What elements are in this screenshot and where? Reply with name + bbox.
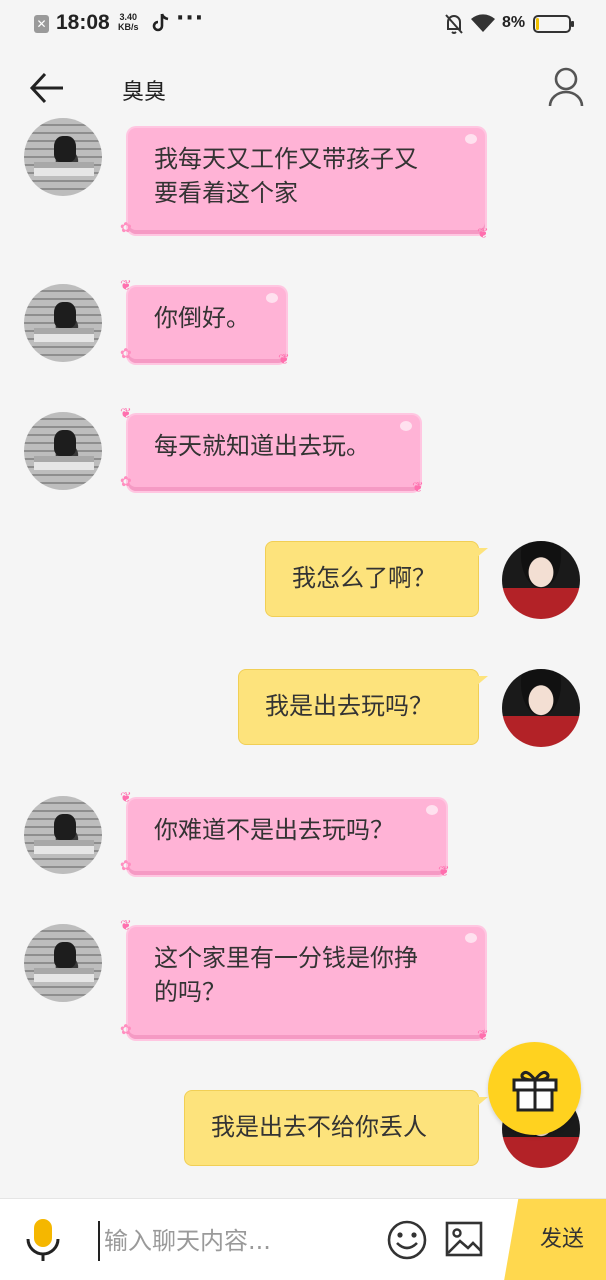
avatar[interactable] (24, 284, 102, 362)
bow-decoration-icon: ❦ (120, 790, 132, 806)
message-text-line: 这个家里有一分钱是你挣 (154, 944, 418, 972)
avatar[interactable] (24, 118, 102, 196)
bow-decoration-icon: ❦ (120, 406, 132, 422)
bow-decoration-icon: ❦ (477, 1028, 489, 1044)
gift-button[interactable] (488, 1042, 581, 1135)
message-bubble[interactable]: 我每天又工作又带孩子又 要看着这个家 (128, 128, 485, 234)
chat-title: 臭臭 (122, 80, 167, 105)
bow-decoration-icon: ❦ (120, 918, 132, 934)
message-text-line: 我怎么了啊？ (292, 564, 436, 592)
bow-decoration-icon: ❦ (438, 864, 450, 880)
message-text-line: 的吗？ (154, 978, 226, 1006)
microphone-icon[interactable] (24, 1217, 62, 1263)
status-time: 18:08 (56, 11, 110, 34)
avatar[interactable] (502, 669, 580, 747)
message-text-line: 每天就知道出去玩。 (154, 432, 370, 460)
network-speed: 3.40 KB/s (118, 12, 139, 32)
person-icon[interactable] (546, 66, 586, 108)
avatar[interactable] (24, 924, 102, 1002)
message-bubble[interactable]: 你难道不是出去玩吗？ (128, 799, 446, 875)
message-bubble[interactable]: 我是出去玩吗？ (238, 669, 488, 745)
message-text-line: 我是出去玩吗？ (265, 692, 433, 720)
message-bubble[interactable]: 我是出去不给你丢人 (184, 1090, 488, 1166)
flower-decoration-icon: ✿ (120, 858, 132, 874)
avatar[interactable] (502, 541, 580, 619)
bow-decoration-icon: ❦ (278, 352, 290, 368)
wifi-icon (471, 14, 495, 32)
bell-muted-icon (445, 14, 463, 34)
chat-header: 臭臭 (0, 48, 606, 128)
flower-decoration-icon: ✿ (120, 474, 132, 490)
flower-decoration-icon: ✿ (120, 346, 132, 362)
network-speed-value: 3.40 (119, 12, 138, 22)
message-text-line: 要看着这个家 (154, 179, 298, 207)
message-text-line: 我每天又工作又带孩子又 (154, 145, 418, 173)
input-bar: 发送 (0, 1198, 606, 1280)
battery-level-fill (536, 18, 539, 30)
battery-percent: 8% (502, 14, 526, 31)
arrow-left-icon[interactable] (28, 70, 66, 106)
bow-decoration-icon: ❦ (477, 226, 489, 242)
more-dots-icon: ··· (176, 6, 205, 31)
chat-text-input[interactable] (98, 1221, 368, 1261)
gift-icon (512, 1070, 558, 1112)
avatar[interactable] (24, 796, 102, 874)
message-text-line: 我是出去不给你丢人 (211, 1113, 427, 1141)
flower-decoration-icon: ✿ (120, 220, 132, 236)
battery-icon (533, 15, 574, 33)
avatar[interactable] (24, 412, 102, 490)
message-bubble[interactable]: 每天就知道出去玩。 (128, 415, 420, 491)
message-text-line: 你难道不是出去玩吗？ (154, 816, 394, 844)
status-bar: ✕ 18:08 3.40 KB/s ··· 8% (0, 0, 606, 48)
bow-decoration-icon: ❦ (120, 278, 132, 294)
message-bubble[interactable]: 这个家里有一分钱是你挣 的吗？ (128, 927, 485, 1039)
send-button[interactable]: 发送 (504, 1199, 606, 1280)
network-speed-unit: KB/s (118, 22, 139, 32)
flower-decoration-icon: ✿ (120, 1022, 132, 1038)
image-icon[interactable] (444, 1219, 484, 1259)
message-bubble[interactable]: 你倒好。 (128, 287, 286, 363)
bow-decoration-icon: ❦ (412, 480, 424, 496)
message-bubble[interactable]: 我怎么了啊？ (265, 541, 488, 617)
notification-x-icon: ✕ (34, 15, 49, 33)
smiley-icon[interactable] (386, 1219, 428, 1261)
tiktok-icon (152, 13, 169, 32)
message-text-line: 你倒好。 (154, 304, 250, 332)
